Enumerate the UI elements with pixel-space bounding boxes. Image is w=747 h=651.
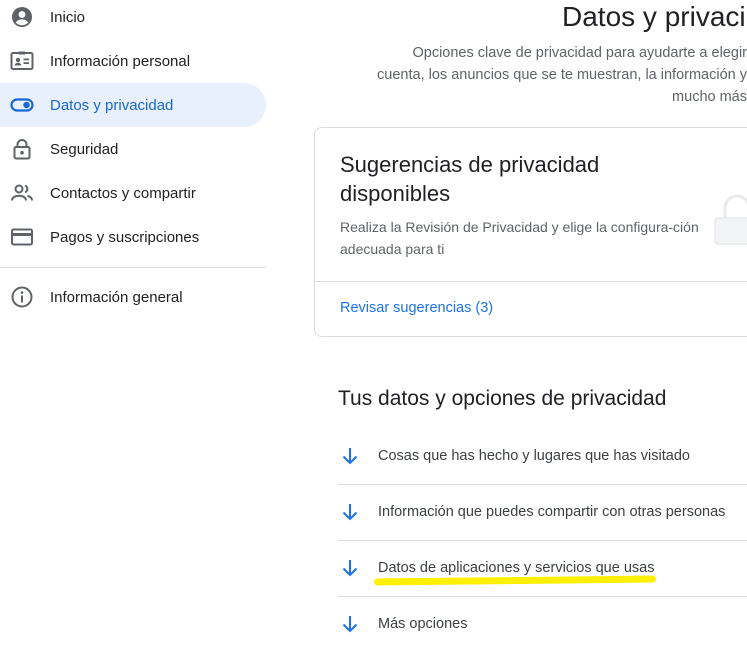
id-card-icon bbox=[10, 49, 34, 73]
section-title: Tus datos y opciones de privacidad bbox=[338, 387, 667, 410]
card-title: Sugerencias de privacidad disponibles bbox=[340, 152, 600, 206]
sidebar-item-label: Pagos y suscripciones bbox=[50, 228, 200, 246]
privacy-suggestions-card: Sugerencias de privacidad disponibles Re… bbox=[314, 127, 747, 337]
account-circle-icon bbox=[10, 5, 34, 29]
page-title: Datos y privaci bbox=[562, 1, 746, 32]
sidebar-item-seguridad[interactable]: Seguridad bbox=[0, 127, 266, 171]
sidebar-item-informacion-personal[interactable]: Información personal bbox=[0, 39, 266, 83]
row-info-you-can-share[interactable]: Información que puedes compartir con otr… bbox=[338, 485, 747, 539]
row-label: Cosas que has hecho y lugares que has vi… bbox=[378, 448, 690, 464]
row-more-options[interactable]: Más opciones bbox=[338, 597, 747, 651]
arrow-down-icon bbox=[338, 444, 362, 468]
toggle-icon bbox=[10, 93, 34, 117]
sidebar-item-label: Datos y privacidad bbox=[50, 96, 174, 114]
lock-icon bbox=[10, 137, 34, 161]
sidebar-item-label: Información general bbox=[50, 288, 183, 306]
row-label: Más opciones bbox=[378, 616, 468, 632]
sidebar-item-contactos-y-compartir[interactable]: Contactos y compartir bbox=[0, 171, 266, 215]
yellow-highlight-underline bbox=[373, 575, 657, 586]
sidebar-item-label: Información personal bbox=[50, 52, 191, 70]
card-divider bbox=[315, 281, 747, 282]
credit-card-icon bbox=[10, 225, 34, 249]
sidebar-item-inicio[interactable]: Inicio bbox=[0, 0, 266, 39]
sidebar-item-label: Inicio bbox=[50, 8, 86, 26]
arrow-down-icon bbox=[338, 612, 362, 636]
page-subtitle: Opciones clave de privacidad para ayudar… bbox=[377, 45, 747, 105]
sidebar-divider bbox=[0, 267, 266, 268]
sidebar-item-datos-y-privacidad[interactable]: Datos y privacidad bbox=[0, 83, 266, 127]
row-label-highlighted: Datos de aplicaciones y servicios que us… bbox=[373, 560, 657, 586]
info-icon bbox=[10, 285, 34, 309]
row-label: Información que puedes compartir con otr… bbox=[378, 504, 726, 520]
sidebar-nav: Inicio Información personal Datos y priv… bbox=[0, 0, 268, 636]
sidebar-item-pagos-y-suscripciones[interactable]: Pagos y suscripciones bbox=[0, 215, 266, 259]
row-label: Datos de aplicaciones y servicios que us… bbox=[378, 560, 655, 576]
sidebar-item-label: Seguridad bbox=[50, 140, 119, 158]
padlock-illustration-icon bbox=[714, 194, 747, 245]
arrow-down-icon bbox=[338, 500, 362, 524]
sidebar-item-label: Contactos y compartir bbox=[50, 184, 196, 202]
row-activity-and-places[interactable]: Cosas que has hecho y lugares que has vi… bbox=[338, 429, 747, 483]
people-icon bbox=[10, 181, 34, 205]
row-apps-and-services-data[interactable]: Datos de aplicaciones y servicios que us… bbox=[338, 541, 747, 595]
arrow-down-icon bbox=[338, 556, 362, 580]
sidebar-item-informacion-general[interactable]: Información general bbox=[0, 275, 266, 319]
review-suggestions-link[interactable]: Revisar sugerencias (3) bbox=[340, 300, 493, 316]
card-description: Realiza la Revisión de Privacidad y elig… bbox=[340, 219, 699, 257]
